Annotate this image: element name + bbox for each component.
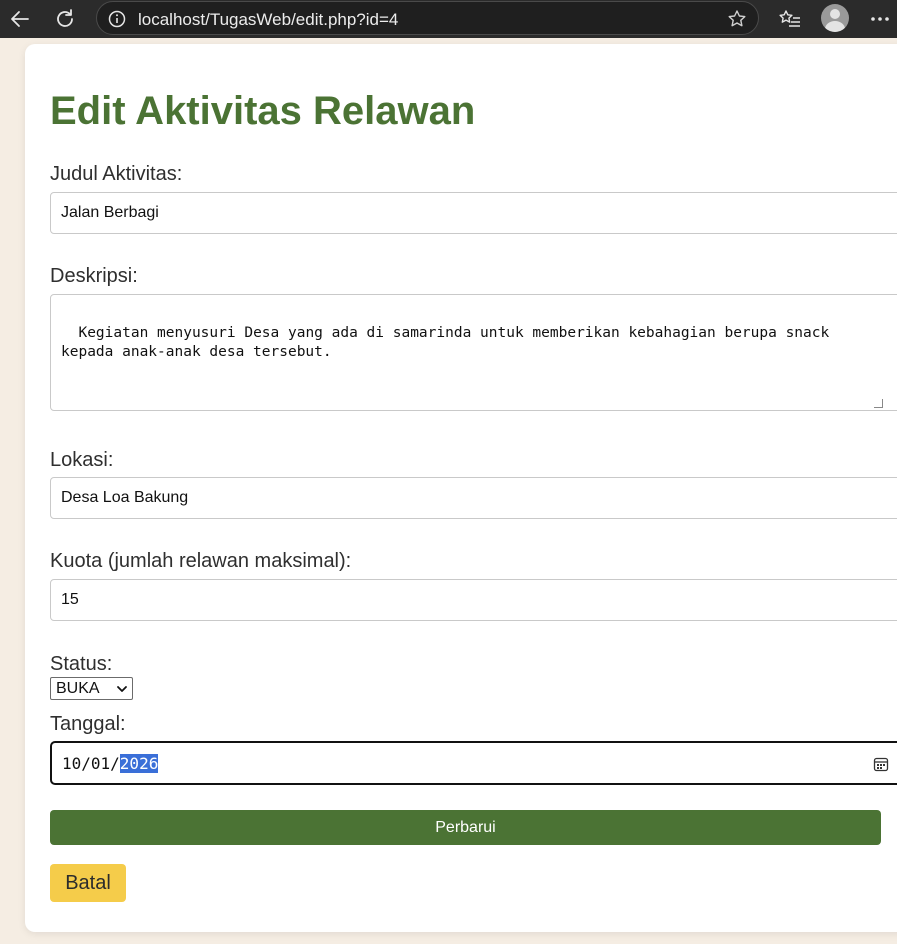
more-icon[interactable] bbox=[865, 4, 895, 34]
deskripsi-value: Kegiatan menyusuri Desa yang ada di sama… bbox=[61, 325, 830, 360]
page-title: Edit Aktivitas Relawan bbox=[50, 89, 476, 133]
address-bar[interactable]: localhost/TugasWeb/edit.php?id=4 bbox=[96, 1, 759, 35]
calendar-icon[interactable] bbox=[872, 755, 890, 773]
status-value: BUKA bbox=[56, 679, 100, 697]
tanggal-label: Tanggal: bbox=[50, 713, 126, 735]
kuota-value: 15 bbox=[61, 591, 79, 608]
tanggal-year[interactable]: 2026 bbox=[119, 753, 159, 773]
perbarui-button[interactable]: Perbarui bbox=[50, 810, 881, 845]
back-arrow-icon[interactable] bbox=[5, 4, 35, 34]
info-icon[interactable] bbox=[107, 9, 127, 29]
kuota-input[interactable]: 15 bbox=[50, 579, 897, 621]
judul-input[interactable]: Jalan Berbagi bbox=[50, 192, 897, 234]
judul-value: Jalan Berbagi bbox=[61, 204, 159, 221]
tanggal-day-month: 10/01/ bbox=[62, 753, 120, 773]
batal-button[interactable]: Batal bbox=[50, 864, 126, 902]
profile-avatar[interactable] bbox=[821, 4, 849, 32]
lokasi-label: Lokasi: bbox=[50, 449, 114, 471]
refresh-icon[interactable] bbox=[50, 4, 80, 34]
lokasi-input[interactable]: Desa Loa Bakung bbox=[50, 477, 897, 519]
status-label: Status: bbox=[50, 653, 113, 675]
lokasi-value: Desa Loa Bakung bbox=[61, 489, 189, 506]
address-url[interactable]: localhost/TugasWeb/edit.php?id=4 bbox=[138, 10, 398, 30]
status-select[interactable]: BUKA bbox=[50, 677, 133, 700]
tanggal-input[interactable]: 10/01/2026 bbox=[50, 741, 897, 785]
kuota-label: Kuota (jumlah relawan maksimal): bbox=[50, 550, 352, 572]
judul-label: Judul Aktivitas: bbox=[50, 163, 183, 185]
browser-toolbar: localhost/TugasWeb/edit.php?id=4 bbox=[0, 0, 897, 38]
deskripsi-textarea[interactable]: Kegiatan menyusuri Desa yang ada di sama… bbox=[50, 294, 897, 411]
star-icon[interactable] bbox=[726, 8, 748, 30]
favorites-icon[interactable] bbox=[775, 4, 805, 34]
deskripsi-label: Deskripsi: bbox=[50, 265, 138, 287]
resize-grip-icon[interactable] bbox=[874, 399, 883, 408]
chevron-down-icon bbox=[116, 683, 128, 695]
